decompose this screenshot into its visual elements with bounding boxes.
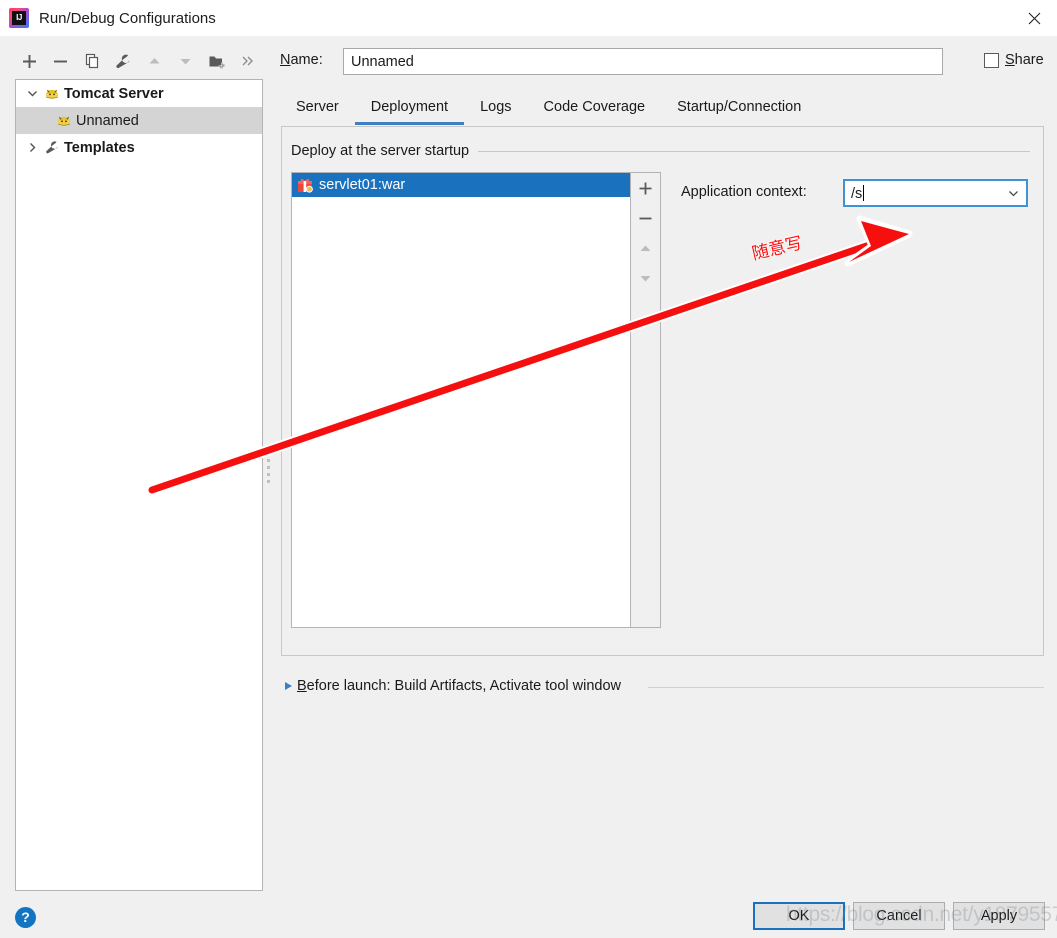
chevron-right-icon[interactable] xyxy=(22,138,42,158)
configurations-toolbar xyxy=(14,44,264,78)
name-input[interactable] xyxy=(343,48,943,75)
move-down-button[interactable] xyxy=(170,46,201,76)
more-actions-button[interactable] xyxy=(233,46,264,76)
window-titlebar: Run/Debug Configurations xyxy=(0,0,1057,36)
group-separator-line xyxy=(478,151,1030,152)
name-label-mnemonic: N xyxy=(280,52,291,68)
cancel-button[interactable]: Cancel xyxy=(853,902,945,930)
tomcat-icon xyxy=(42,85,62,103)
wrench-icon xyxy=(116,54,130,68)
arrow-down-icon xyxy=(640,275,651,281)
plus-icon xyxy=(639,182,652,194)
move-artifact-down-button[interactable] xyxy=(631,263,660,293)
tomcat-icon xyxy=(54,112,74,130)
configuration-tabs: Server Deployment Logs Code Coverage Sta… xyxy=(280,92,1045,125)
tree-node-templates[interactable]: Templates xyxy=(16,134,262,161)
apply-button[interactable]: Apply xyxy=(953,902,1045,930)
splitter-dot xyxy=(266,480,270,483)
checkbox-box-icon xyxy=(984,52,999,68)
configurations-tree[interactable]: Tomcat Server Unnamed Templates xyxy=(15,79,263,891)
list-item[interactable]: servlet01:war xyxy=(292,173,630,197)
name-label: Name: xyxy=(280,52,323,68)
share-label: Share xyxy=(1005,52,1044,68)
edit-templates-button[interactable] xyxy=(108,46,139,76)
deploy-group-title: Deploy at the server startup xyxy=(291,143,478,159)
application-context-value[interactable]: /s xyxy=(845,185,1000,202)
ok-button[interactable]: OK xyxy=(753,902,845,930)
chevron-double-right-icon xyxy=(242,56,254,66)
application-context-combobox[interactable]: /s xyxy=(843,179,1028,207)
tree-node-unnamed[interactable]: Unnamed xyxy=(16,107,262,134)
tab-startup-connection[interactable]: Startup/Connection xyxy=(661,92,817,125)
copy-icon xyxy=(85,53,98,68)
add-artifact-button[interactable] xyxy=(631,173,660,203)
tree-node-label: Templates xyxy=(64,139,135,156)
before-launch-rest: efore launch: Build Artifacts, Activate … xyxy=(306,678,622,694)
tree-node-label: Tomcat Server xyxy=(64,85,164,102)
share-checkbox[interactable]: Share xyxy=(984,52,1044,68)
tree-node-tomcat-server[interactable]: Tomcat Server xyxy=(16,80,262,107)
tab-logs[interactable]: Logs xyxy=(464,92,527,125)
panel-splitter-handle[interactable] xyxy=(264,448,272,492)
arrow-down-icon xyxy=(180,58,191,64)
before-launch-mnemonic: B xyxy=(297,678,307,694)
share-label-rest: hare xyxy=(1014,52,1044,68)
new-folder-button[interactable] xyxy=(202,46,233,76)
before-launch-separator xyxy=(648,687,1044,688)
chevron-down-icon[interactable] xyxy=(1000,181,1026,205)
remove-configuration-button[interactable] xyxy=(45,46,76,76)
add-configuration-button[interactable] xyxy=(14,46,45,76)
arrow-up-icon xyxy=(149,57,160,63)
wrench-icon xyxy=(42,139,62,157)
minus-icon xyxy=(639,217,652,219)
chevron-down-icon[interactable] xyxy=(22,84,42,104)
arrow-up-icon xyxy=(640,245,651,251)
window-title: Run/Debug Configurations xyxy=(39,9,216,27)
move-artifact-up-button[interactable] xyxy=(631,233,660,263)
share-label-mnemonic: S xyxy=(1005,52,1015,68)
splitter-dot xyxy=(266,452,270,455)
help-button[interactable]: ? xyxy=(15,907,36,928)
name-label-rest: ame: xyxy=(290,52,323,68)
triangle-right-icon[interactable] xyxy=(281,681,295,691)
artifact-icon xyxy=(296,176,314,194)
copy-configuration-button[interactable] xyxy=(77,46,108,76)
intellij-idea-logo-icon xyxy=(9,8,29,28)
minus-icon xyxy=(54,60,68,62)
artifacts-list-toolbar xyxy=(631,172,661,628)
remove-artifact-button[interactable] xyxy=(631,203,660,233)
tab-deployment[interactable]: Deployment xyxy=(354,92,465,125)
tab-code-coverage[interactable]: Code Coverage xyxy=(528,92,662,125)
tree-node-label: Unnamed xyxy=(76,112,139,129)
move-up-button[interactable] xyxy=(139,46,170,76)
before-launch-text: Before launch: Build Artifacts, Activate… xyxy=(297,678,621,694)
list-item-label: servlet01:war xyxy=(319,177,406,193)
tab-server[interactable]: Server xyxy=(280,92,355,125)
application-context-label: Application context: xyxy=(681,184,807,200)
close-button[interactable] xyxy=(1011,0,1057,36)
splitter-dot xyxy=(266,459,270,462)
plus-icon xyxy=(23,54,37,68)
folder-add-icon xyxy=(209,56,225,68)
deployment-artifacts-list[interactable]: servlet01:war xyxy=(291,172,631,628)
splitter-dot xyxy=(266,466,270,469)
close-icon xyxy=(1028,12,1040,24)
splitter-dot xyxy=(266,473,270,476)
before-launch-section[interactable]: Before launch: Build Artifacts, Activate… xyxy=(281,678,621,694)
